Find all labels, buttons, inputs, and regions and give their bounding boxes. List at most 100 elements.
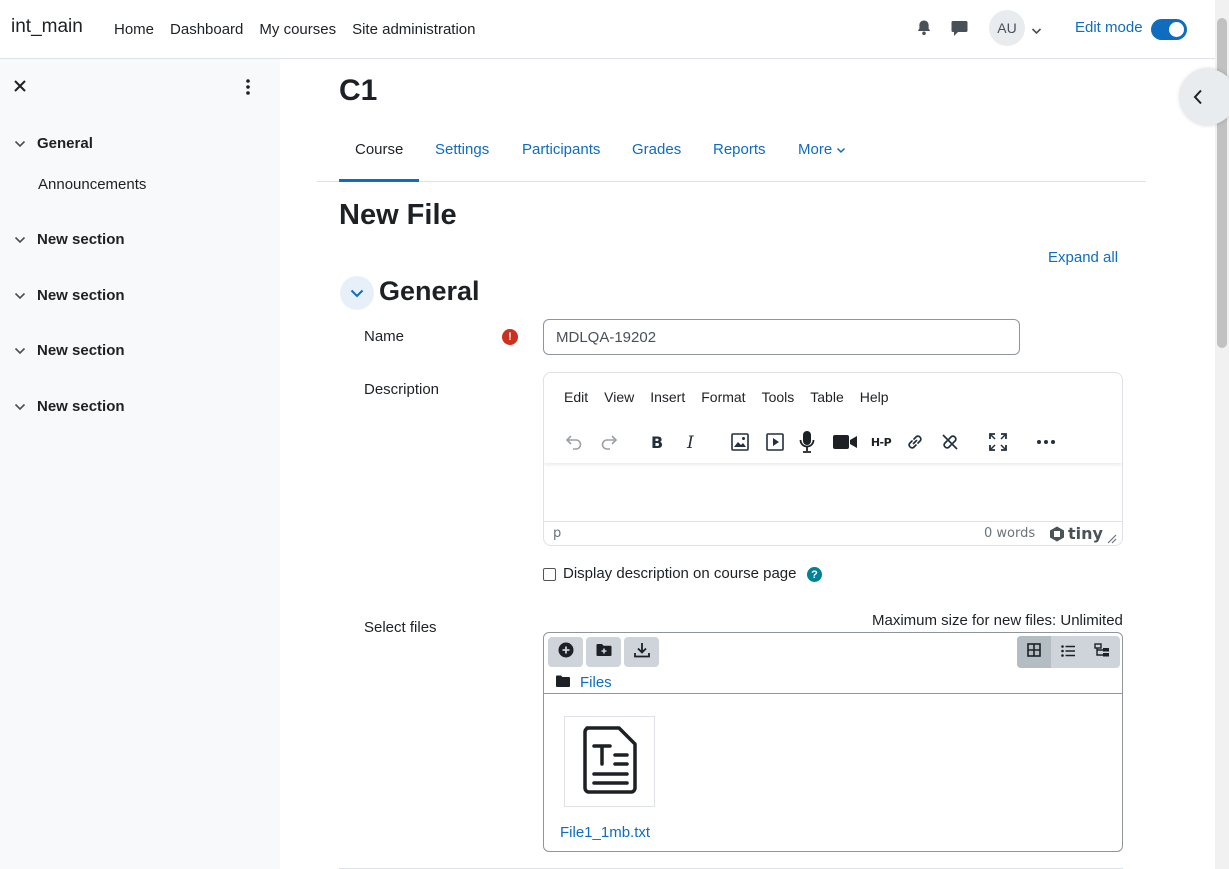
add-file-button[interactable] — [548, 637, 583, 667]
menu-edit[interactable]: Edit — [556, 389, 596, 405]
nav-my-courses[interactable]: My courses — [251, 21, 344, 38]
display-description-checkbox[interactable] — [543, 568, 556, 581]
section-title[interactable]: New section — [37, 231, 125, 248]
nav-site-administration[interactable]: Site administration — [344, 21, 483, 38]
course-index-item-announcements[interactable]: Announcements — [38, 176, 146, 193]
file-manager-path: Files — [556, 674, 612, 691]
redo-icon[interactable] — [595, 427, 625, 457]
course-index-section[interactable]: New section — [14, 398, 125, 415]
resize-handle-icon[interactable] — [1107, 532, 1117, 545]
undo-icon[interactable] — [558, 427, 588, 457]
media-icon[interactable] — [760, 427, 790, 457]
tiny-logo[interactable]: tiny — [1049, 524, 1103, 543]
menu-help[interactable]: Help — [852, 389, 897, 405]
element-path[interactable]: p — [553, 526, 561, 541]
kebab-menu-icon[interactable] — [246, 79, 250, 99]
path-files-link[interactable]: Files — [580, 674, 612, 691]
tab-course[interactable]: Course — [355, 141, 403, 158]
chevron-down-icon[interactable] — [836, 141, 846, 158]
view-list-button[interactable] — [1051, 636, 1085, 668]
nav-dashboard[interactable]: Dashboard — [162, 21, 251, 38]
image-icon[interactable] — [725, 427, 755, 457]
create-folder-button[interactable] — [586, 637, 621, 667]
add-file-icon — [558, 642, 574, 662]
link-icon[interactable] — [900, 427, 930, 457]
max-size-text: Maximum size for new files: Unlimited — [872, 612, 1123, 629]
active-tab-indicator — [339, 179, 419, 182]
unlink-icon[interactable] — [935, 427, 965, 457]
messages-icon[interactable] — [949, 18, 969, 38]
file-manager: Files File1_1mb.txt — [543, 632, 1123, 852]
microphone-icon[interactable] — [792, 427, 822, 457]
edit-mode-toggle[interactable] — [1151, 19, 1187, 40]
tab-more[interactable]: More — [798, 141, 846, 158]
tab-settings[interactable]: Settings — [435, 141, 489, 158]
site-brand[interactable]: int_main — [11, 16, 83, 38]
editor-menubar: Edit View Insert Format Tools Table Help — [556, 389, 897, 405]
section-title[interactable]: New section — [37, 342, 125, 359]
close-icon[interactable] — [14, 79, 26, 96]
menu-insert[interactable]: Insert — [642, 389, 693, 405]
view-icons-button[interactable] — [1017, 636, 1051, 668]
chevron-down-icon[interactable] — [1031, 22, 1042, 39]
user-avatar[interactable]: AU — [989, 10, 1025, 46]
help-icon[interactable]: ? — [807, 567, 822, 582]
course-index-section[interactable]: New section — [14, 231, 125, 248]
italic-icon[interactable]: I — [677, 427, 707, 457]
select-files-label: Select files — [364, 619, 437, 636]
video-camera-icon[interactable] — [830, 427, 860, 457]
file-thumbnail[interactable] — [564, 716, 655, 807]
tiny-logo-text: tiny — [1068, 524, 1103, 543]
menu-tools[interactable]: Tools — [754, 389, 803, 405]
course-index-section[interactable]: New section — [14, 342, 125, 359]
block-drawer-toggle[interactable] — [1180, 69, 1229, 125]
chevron-down-icon[interactable] — [14, 140, 28, 148]
grid-icon — [1027, 643, 1041, 661]
bell-icon[interactable] — [914, 18, 934, 38]
description-label: Description — [364, 381, 440, 398]
navbar: int_main Home Dashboard My courses Site … — [0, 0, 1215, 59]
edit-mode-label[interactable]: Edit mode — [1075, 19, 1143, 36]
chevron-down-icon[interactable] — [14, 236, 28, 244]
download-icon — [633, 642, 650, 662]
secondary-navigation: Course Settings Participants Grades Repo… — [317, 128, 1146, 182]
file-name-link[interactable]: File1_1mb.txt — [560, 824, 650, 841]
chevron-down-icon[interactable] — [14, 347, 28, 355]
h5p-icon[interactable]: H-P — [865, 427, 897, 457]
fullscreen-icon[interactable] — [983, 427, 1013, 457]
section-title[interactable]: New section — [37, 398, 125, 415]
tab-participants[interactable]: Participants — [522, 141, 600, 158]
text-file-icon — [582, 725, 637, 798]
menu-table[interactable]: Table — [802, 389, 851, 405]
bold-icon[interactable]: B — [642, 427, 672, 457]
chevron-down-icon[interactable] — [14, 292, 28, 300]
tab-grades[interactable]: Grades — [632, 141, 681, 158]
tab-reports[interactable]: Reports — [713, 141, 766, 158]
course-index-section[interactable]: New section — [14, 287, 125, 304]
scrollbar-thumb[interactable] — [1217, 18, 1227, 348]
svg-text:I: I — [686, 434, 694, 450]
course-index-drawer: General Announcements New section New se… — [0, 59, 280, 869]
menu-format[interactable]: Format — [693, 389, 753, 405]
view-tree-button[interactable] — [1085, 636, 1119, 668]
more-icon[interactable] — [1031, 427, 1061, 457]
editor-statusbar: p 0 words tiny — [544, 521, 1122, 545]
chevron-down-icon[interactable] — [14, 403, 28, 411]
name-input[interactable] — [543, 319, 1020, 355]
expand-all-link[interactable]: Expand all — [1048, 249, 1118, 266]
section-title[interactable]: General — [37, 135, 93, 152]
course-title: C1 — [339, 74, 378, 107]
tab-more-label[interactable]: More — [798, 141, 832, 158]
nav-home[interactable]: Home — [106, 21, 162, 38]
display-description-label[interactable]: Display description on course page — [563, 565, 796, 582]
download-all-button[interactable] — [624, 637, 659, 667]
section-title[interactable]: New section — [37, 287, 125, 304]
primary-navigation: Home Dashboard My courses Site administr… — [106, 0, 484, 58]
editor-content-area[interactable] — [544, 463, 1122, 521]
menu-view[interactable]: View — [596, 389, 642, 405]
word-count[interactable]: 0 words — [984, 526, 1035, 541]
course-index-section-general[interactable]: General — [14, 135, 93, 152]
folder-plus-icon — [596, 643, 612, 661]
page-heading: New File — [339, 199, 457, 231]
section-collapse-button[interactable] — [340, 276, 374, 310]
